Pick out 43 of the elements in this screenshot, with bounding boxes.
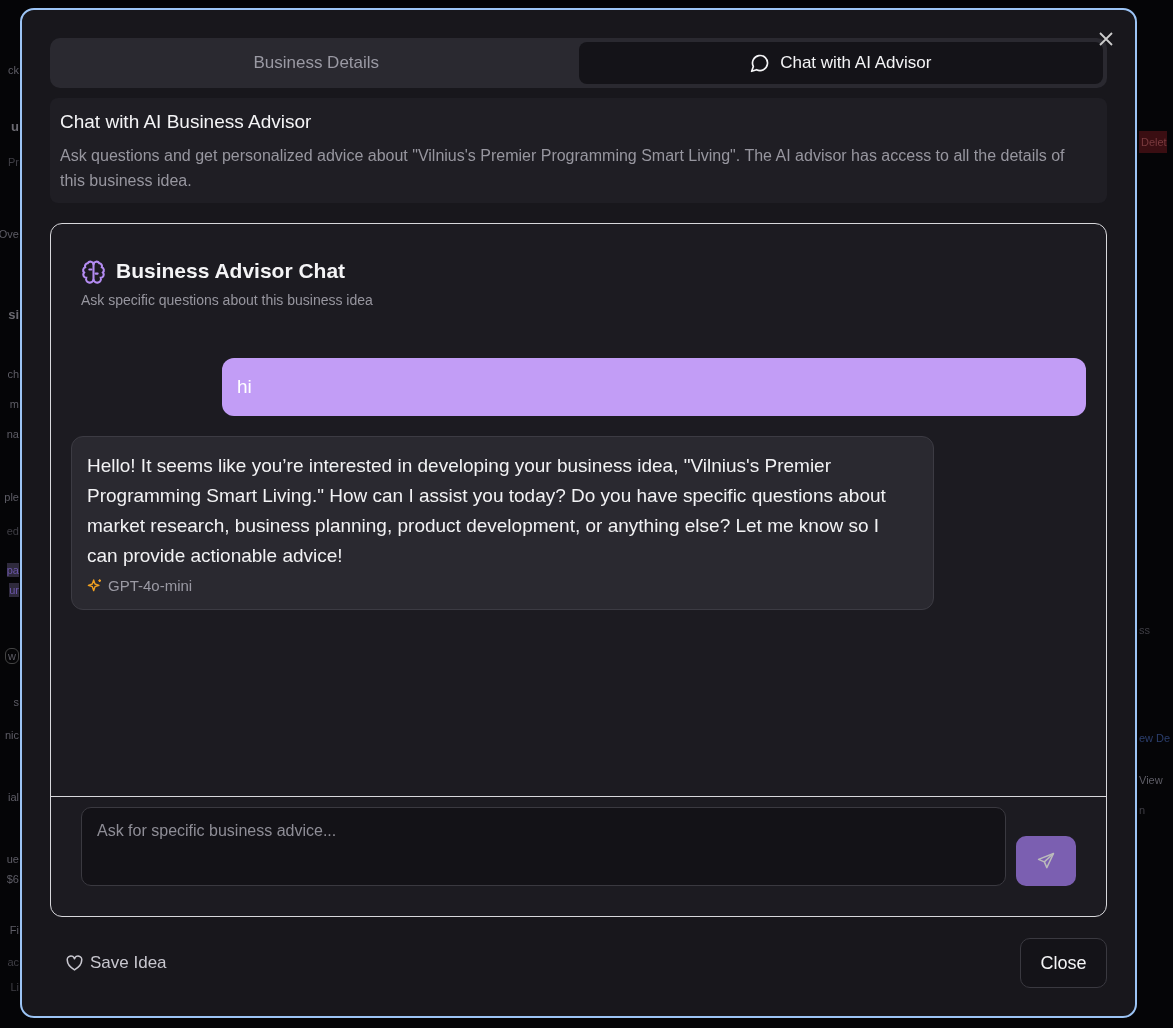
background-text: nic (4, 728, 19, 742)
background-text: u (11, 120, 19, 134)
user-message: hi (222, 358, 1086, 416)
background-text: Fi (9, 923, 19, 937)
background-text: s (13, 695, 19, 709)
intro-description: Ask questions and get personalized advice about "Vilnius's Premier Programming Smart Living". The AI advisor has access to all the details of this business idea. (60, 146, 1066, 191)
background-text: ial (8, 790, 19, 804)
assistant-message: Hello! It seems like you’re interested in developing your business idea, "Vilnius's Premier Programming Smart Living." How can I assist you today? Do you have specific questions about market research, business planning, product development, or anything else? Let me know so I can provide actionable advice! (87, 454, 887, 568)
intro-title: Chat with AI Business Advisor (60, 110, 313, 134)
background-text: ed (6, 524, 19, 538)
sparkle-icon (87, 578, 103, 594)
background-text: ue (6, 852, 19, 866)
model-label: GPT-4o-mini (108, 577, 193, 595)
close-button[interactable]: Close (1020, 938, 1107, 988)
background-text: ck (8, 63, 19, 77)
background-text: n (1139, 803, 1146, 817)
background-text: w (5, 648, 19, 664)
save-idea-button[interactable]: Save Idea (65, 953, 167, 973)
background-text: ple (4, 490, 19, 504)
background-text: ew De (1139, 731, 1171, 745)
tab[interactable]: Chat with AI Advisor (578, 42, 1103, 84)
chat-subtitle: Ask specific questions about this business idea (81, 292, 374, 308)
send-icon (1036, 851, 1056, 871)
background-text: Delet (1139, 131, 1167, 153)
background-text: ac (7, 955, 19, 969)
background-text: ch (7, 367, 19, 381)
background-text: na (6, 427, 19, 441)
background-text: ur (9, 583, 19, 597)
background-text: $6 (6, 872, 19, 886)
background-text: Pr (8, 155, 19, 169)
tab[interactable]: Business Details (54, 42, 579, 84)
background-text: pa (6, 563, 19, 577)
background-text: m (9, 397, 19, 411)
brain-icon (81, 258, 106, 284)
heart-icon (65, 953, 84, 973)
background-text: View (1139, 773, 1163, 787)
background-text: Ove (0, 227, 19, 241)
close-icon[interactable] (1097, 30, 1115, 48)
background-text: ss (1139, 623, 1150, 637)
chat-title: Business Advisor Chat (116, 258, 346, 284)
chat-bubble-icon (750, 53, 771, 73)
background-text: si (8, 308, 19, 322)
message-input[interactable]: Ask for specific business advice... (81, 807, 1006, 886)
